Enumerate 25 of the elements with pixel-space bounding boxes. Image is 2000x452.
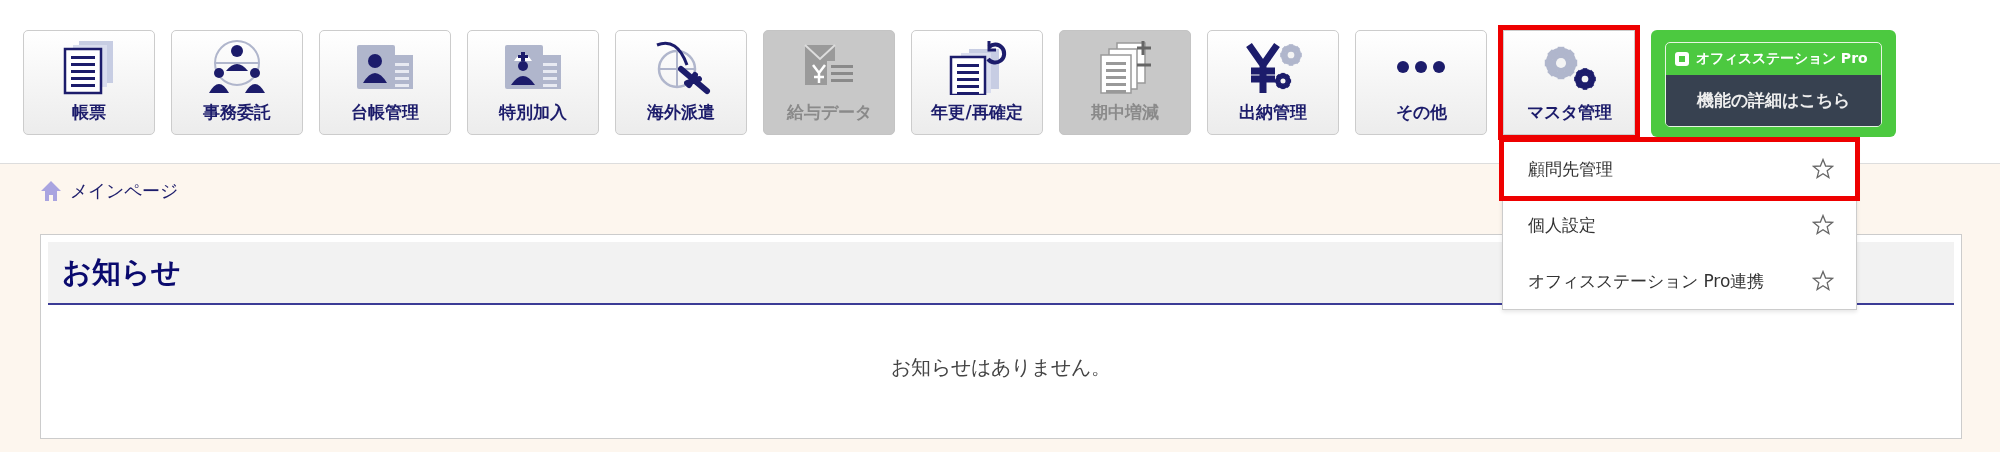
more-dots-icon (1397, 61, 1445, 73)
toolbar-button[interactable]: 帳票 (23, 30, 155, 135)
home-icon (40, 180, 62, 202)
pro-banner-button[interactable]: オフィスステーション Pro 機能の詳細はこちら (1651, 30, 1896, 137)
documents-refresh-icon (947, 39, 1007, 95)
menu-item[interactable]: オフィスステーション Pro連携 (1503, 253, 1856, 309)
star-icon[interactable] (1812, 270, 1834, 292)
toolbar-button[interactable]: 海外派遣 (615, 30, 747, 135)
breadcrumb-link[interactable]: メインページ (70, 179, 178, 203)
people-globe-icon (207, 39, 267, 95)
toolbar-button[interactable]: 特別加入 (467, 30, 599, 135)
menu-item[interactable]: 顧問先管理 (1503, 141, 1856, 197)
toolbar-button[interactable]: 出納管理 (1207, 30, 1339, 135)
notice-message: お知らせはありません。 (891, 354, 1111, 381)
notice-title: お知らせ (62, 253, 181, 291)
toolbar-button[interactable]: 事務委託 (171, 30, 303, 135)
menu-item[interactable]: 個人設定 (1503, 197, 1856, 253)
toolbar-button[interactable]: 年更/再確定 (911, 30, 1043, 135)
banner-label: 機能の詳細はこちら (1666, 75, 1881, 126)
square-logo-icon (1674, 51, 1690, 67)
star-icon[interactable] (1812, 158, 1834, 180)
brand-name: オフィスステーション Pro (1696, 50, 1868, 68)
star-icon[interactable] (1812, 214, 1834, 236)
toolbar-button[interactable]: その他 (1355, 30, 1487, 135)
toolbar-button[interactable]: 台帳管理 (319, 30, 451, 135)
